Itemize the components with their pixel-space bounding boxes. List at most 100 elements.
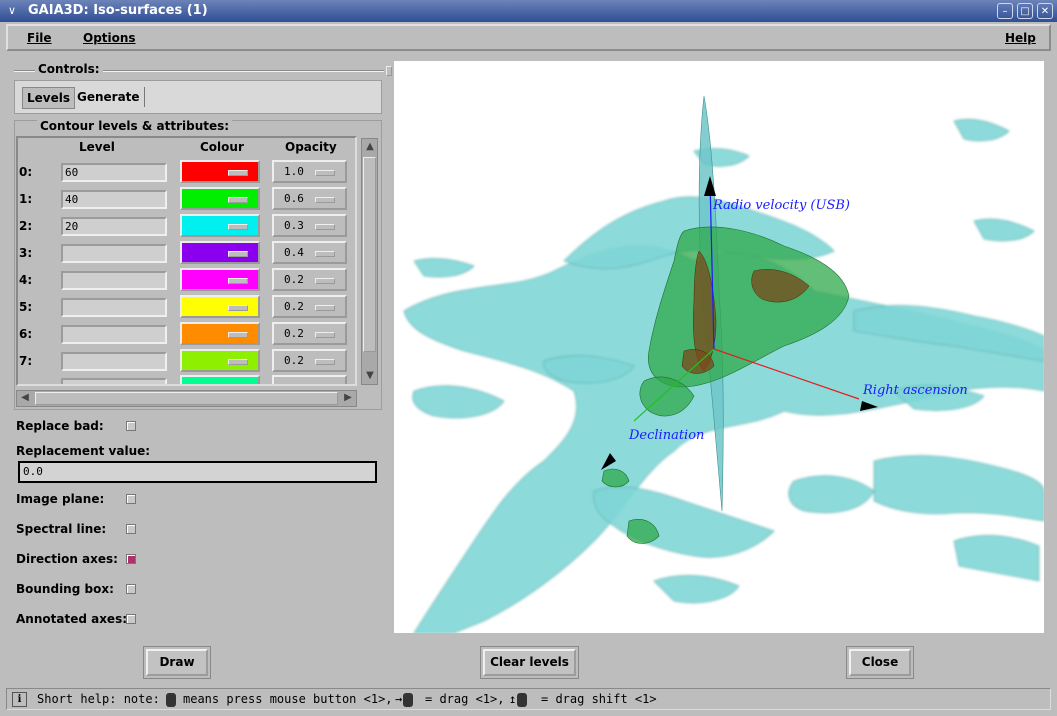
isosurface-render	[403, 95, 1044, 633]
menu-indicator-icon	[315, 251, 335, 257]
tab-generate[interactable]: Generate	[73, 87, 145, 107]
colour-button[interactable]	[180, 160, 260, 183]
controls-group-label: Controls:	[35, 62, 103, 76]
scroll-up-icon[interactable]: ▲	[363, 140, 377, 154]
menu-indicator-icon	[315, 197, 335, 203]
colour-button[interactable]	[180, 268, 260, 291]
tab-bar: Levels Generate	[14, 80, 382, 114]
opacity-value: 0.4	[284, 246, 304, 259]
row-index: 2:	[19, 219, 33, 233]
image-plane-label: Image plane:	[16, 492, 105, 506]
status-text-drag-shift: = drag shift <1>	[541, 692, 657, 706]
menu-indicator-icon	[228, 332, 248, 338]
level-input[interactable]	[61, 378, 167, 384]
close-button[interactable]: Close	[849, 649, 911, 676]
levels-vertical-scrollbar[interactable]: ▲ ▼	[361, 138, 378, 385]
menu-options[interactable]: Options	[83, 31, 136, 45]
mouse-button-icon	[165, 689, 177, 709]
annotated-axes-checkbox[interactable]	[126, 614, 136, 624]
colour-button[interactable]	[180, 187, 260, 210]
status-text-press: means press mouse button <1>,	[183, 692, 393, 706]
menu-indicator-icon	[228, 251, 248, 257]
direction-axes-checkbox[interactable]	[126, 554, 136, 564]
level-input[interactable]: 40	[61, 190, 167, 209]
colour-button[interactable]	[180, 295, 260, 318]
bounding-box-checkbox[interactable]	[126, 584, 136, 594]
menu-file[interactable]: File	[27, 31, 52, 45]
opacity-value: 0.3	[284, 219, 304, 232]
column-header-level: Level	[79, 140, 115, 154]
opacity-button[interactable]: 0.3	[272, 214, 347, 237]
spectral-line-checkbox[interactable]	[126, 524, 136, 534]
row-index: 7:	[19, 354, 33, 368]
menu-indicator-icon	[315, 305, 335, 311]
replace-bad-label: Replace bad:	[16, 419, 104, 433]
level-input[interactable]	[61, 325, 167, 344]
status-bar: i Short help: note: means press mouse bu…	[6, 688, 1051, 710]
menu-bar: File Options Help	[6, 24, 1051, 51]
replacement-value-input[interactable]: 0.0	[18, 461, 377, 483]
velocity-axis-label: Radio velocity (USB)	[713, 198, 850, 213]
draw-button[interactable]: Draw	[146, 649, 208, 676]
colour-button[interactable]	[180, 375, 260, 384]
menu-indicator-icon	[315, 224, 335, 230]
spectral-line-label: Spectral line:	[16, 522, 107, 536]
ra-axis-label: Right ascension	[863, 383, 968, 398]
splitter-grip[interactable]	[386, 66, 392, 76]
status-text-drag: = drag <1>,	[425, 692, 505, 706]
clipped-row	[18, 374, 355, 384]
dec-axis-label: Declination	[629, 428, 705, 443]
level-input[interactable]	[61, 298, 167, 317]
level-input[interactable]	[61, 244, 167, 263]
level-input[interactable]	[61, 352, 167, 371]
opacity-button[interactable]: 0.2	[272, 295, 347, 318]
row-index: 5:	[19, 300, 33, 314]
row-index: 1:	[19, 192, 33, 206]
minimize-icon[interactable]: –	[997, 3, 1013, 19]
opacity-button[interactable]: 1.0	[272, 160, 347, 183]
scroll-thumb[interactable]	[363, 157, 376, 352]
opacity-button[interactable]: 0.6	[272, 187, 347, 210]
drag-shift-icon: ↥	[509, 689, 528, 709]
menu-indicator-icon	[228, 170, 248, 176]
colour-button[interactable]	[180, 214, 260, 237]
image-plane-checkbox[interactable]	[126, 494, 136, 504]
level-input[interactable]: 60	[61, 163, 167, 182]
menu-indicator-icon	[315, 359, 335, 365]
tab-levels[interactable]: Levels	[22, 87, 76, 109]
opacity-value: 0.6	[284, 192, 304, 205]
colour-button[interactable]	[180, 241, 260, 264]
colour-button[interactable]	[180, 349, 260, 372]
scroll-right-icon[interactable]: ▶	[341, 391, 355, 405]
opacity-value: 0.2	[284, 300, 304, 313]
title-bar: ∨ GAIA3D: Iso-surfaces (1) – □ ✕	[0, 0, 1057, 22]
info-icon: i	[12, 692, 27, 707]
scroll-down-icon[interactable]: ▼	[363, 369, 377, 383]
opacity-button[interactable]: 0.4	[272, 241, 347, 264]
column-header-opacity: Opacity	[285, 140, 337, 154]
colour-button[interactable]	[180, 322, 260, 345]
opacity-button[interactable]: 0.2	[272, 322, 347, 345]
level-input[interactable]: 20	[61, 217, 167, 236]
close-window-icon[interactable]: ✕	[1037, 3, 1053, 19]
pane-splitter[interactable]	[386, 60, 392, 634]
menu-help[interactable]: Help	[1005, 31, 1036, 45]
scroll-left-icon[interactable]: ◀	[18, 391, 32, 405]
bounding-box-label: Bounding box:	[16, 582, 114, 596]
opacity-button[interactable]: 0.2	[272, 268, 347, 291]
replace-bad-checkbox[interactable]	[126, 421, 136, 431]
row-index: 4:	[19, 273, 33, 287]
opacity-button[interactable]: 0.2	[272, 349, 347, 372]
render-view[interactable]: Radio velocity (USB) Right ascension Dec…	[394, 61, 1044, 633]
levels-horizontal-scrollbar[interactable]: ◀ ▶	[16, 390, 357, 407]
clear-levels-button[interactable]: Clear levels	[483, 649, 576, 676]
maximize-icon[interactable]: □	[1017, 3, 1033, 19]
window-menu-icon[interactable]: ∨	[4, 3, 20, 19]
level-input[interactable]	[61, 271, 167, 290]
scroll-thumb[interactable]	[35, 392, 338, 405]
menu-indicator-icon	[228, 359, 248, 365]
direction-axes-label: Direction axes:	[16, 552, 118, 566]
opacity-button[interactable]	[272, 375, 347, 384]
column-header-colour: Colour	[200, 140, 244, 154]
menu-indicator-icon	[228, 278, 248, 284]
